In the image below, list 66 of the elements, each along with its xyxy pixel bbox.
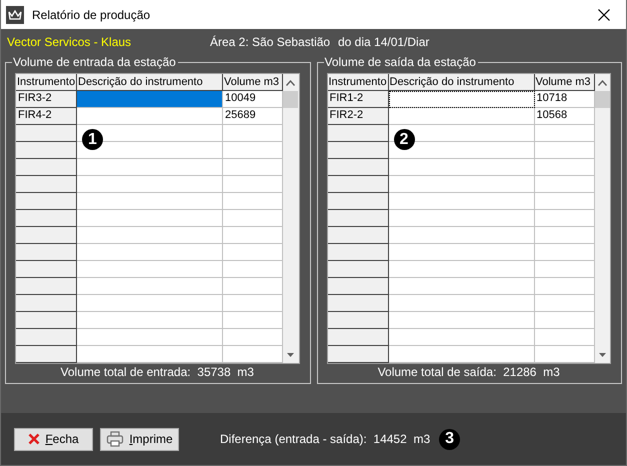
column-header[interactable]: Instrumento — [328, 74, 388, 91]
row-header[interactable] — [328, 159, 388, 176]
group-title: Volume de entrada da estação — [12, 55, 177, 69]
scroll-thumb[interactable] — [283, 91, 298, 108]
row-header[interactable] — [16, 278, 77, 295]
crown-icon — [6, 6, 24, 24]
row-header[interactable] — [328, 142, 388, 159]
print-button[interactable]: Imprime — [100, 428, 179, 450]
window-title: Relatório de produção — [32, 8, 152, 22]
row-header[interactable] — [328, 193, 388, 210]
column-header[interactable]: Descrição do instrumento — [388, 74, 534, 91]
row-header[interactable] — [16, 295, 77, 312]
scrollbar[interactable] — [594, 74, 610, 363]
area-label: Área 2: São Sebastião — [210, 35, 332, 49]
marker-badge: 3 — [439, 428, 460, 450]
difference-label: Diferença (entrada - saída): 14452 m3 — [220, 432, 430, 446]
total-label: Volume total de saída: 21286 m3 — [376, 365, 561, 379]
row-header[interactable] — [328, 312, 388, 329]
scroll-down-icon — [287, 353, 294, 357]
row-header[interactable] — [328, 278, 388, 295]
row-header[interactable] — [16, 125, 77, 142]
scrollbar[interactable] — [283, 74, 298, 363]
row-header[interactable]: FIR3-2 — [16, 91, 77, 108]
total-label: Volume total de entrada: 35738 m3 — [60, 365, 255, 379]
close-button[interactable]: Fecha — [14, 428, 93, 450]
marker-badge: 1 — [82, 129, 103, 150]
row-header[interactable]: FIR4-2 — [16, 108, 77, 125]
group-title: Volume de saída da estação — [324, 55, 477, 69]
column-header[interactable]: Instrumento — [16, 74, 77, 91]
column-header[interactable]: Volume m3 — [534, 74, 594, 91]
scroll-down-icon — [598, 353, 606, 357]
table-cell[interactable] — [388, 91, 534, 108]
date-label: do dia 14/01/Diar — [338, 35, 430, 49]
row-header[interactable] — [328, 210, 388, 227]
column-header[interactable]: Descrição do instrumento — [77, 74, 223, 91]
row-header[interactable] — [16, 312, 77, 329]
row-header[interactable] — [16, 346, 77, 363]
row-header[interactable] — [16, 329, 77, 346]
marker-badge: 2 — [394, 129, 414, 150]
scroll-thumb[interactable] — [594, 91, 610, 108]
row-header[interactable] — [328, 244, 388, 261]
scroll-up-icon — [598, 80, 607, 86]
table-cell[interactable] — [77, 91, 223, 108]
row-header[interactable] — [328, 261, 388, 278]
row-header[interactable] — [16, 244, 77, 261]
row-header[interactable] — [328, 329, 388, 346]
company-name: Vector Servicos - Klaus — [7, 35, 132, 49]
row-header[interactable] — [16, 142, 77, 159]
row-header[interactable] — [328, 295, 388, 312]
row-header[interactable] — [328, 176, 388, 193]
row-header[interactable] — [328, 227, 388, 244]
row-header[interactable] — [328, 346, 388, 363]
row-header[interactable] — [16, 227, 77, 244]
close-icon — [598, 8, 610, 20]
row-header[interactable]: FIR1-2 — [328, 91, 388, 108]
close-icon — [28, 433, 40, 445]
row-header[interactable] — [16, 176, 77, 193]
column-header[interactable]: Volume m3 — [223, 74, 283, 91]
row-header[interactable] — [328, 125, 388, 142]
printer-icon — [106, 431, 124, 447]
row-header[interactable] — [16, 193, 77, 210]
row-header[interactable] — [16, 210, 77, 227]
row-header[interactable] — [16, 159, 77, 176]
row-header[interactable] — [16, 261, 77, 278]
scroll-up-icon — [286, 80, 296, 86]
row-header[interactable]: FIR2-2 — [328, 108, 388, 125]
